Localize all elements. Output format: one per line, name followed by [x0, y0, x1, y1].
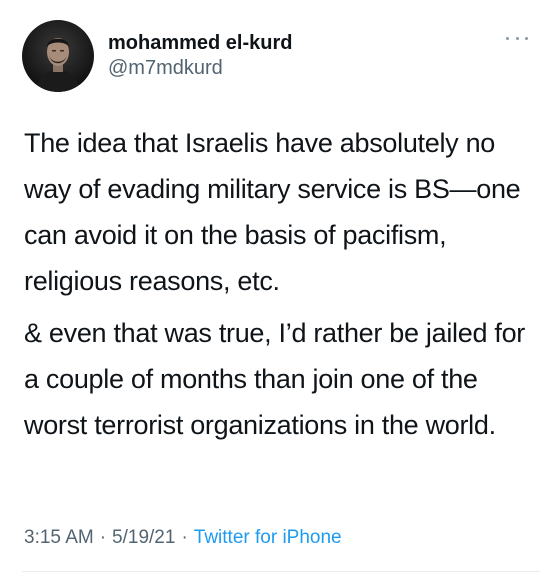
tweet-card: mohammed el-kurd @m7mdkurd The idea that… — [0, 0, 540, 574]
avatar-image — [22, 20, 94, 92]
author-names: mohammed el-kurd @m7mdkurd — [108, 31, 292, 81]
tweet-header: mohammed el-kurd @m7mdkurd — [22, 20, 292, 92]
meta-separator: · — [181, 527, 188, 548]
tweet-source-link[interactable]: Twitter for iPhone — [194, 527, 342, 548]
tweet-meta: 3:15 AM · 5/19/21 · Twitter for iPhone — [24, 524, 342, 552]
divider — [22, 571, 540, 572]
more-horizontal-icon[interactable] — [506, 34, 528, 42]
tweet-text: The idea that Israelis have absolutely n… — [24, 120, 540, 448]
meta-separator: · — [99, 527, 107, 548]
more-dot — [525, 36, 528, 40]
tweet-date[interactable]: 5/19/21 — [112, 527, 175, 548]
tweet-paragraph: & even that was true, I’d rather be jail… — [24, 318, 525, 440]
tweet-time[interactable]: 3:15 AM — [24, 527, 94, 548]
more-dot — [515, 36, 519, 40]
avatar[interactable] — [22, 20, 94, 92]
tweet-paragraph: The idea that Israelis have absolutely n… — [24, 128, 521, 296]
author-handle[interactable]: @m7mdkurd — [108, 55, 292, 81]
author-display-name[interactable]: mohammed el-kurd — [108, 31, 292, 55]
more-dot — [506, 36, 509, 40]
